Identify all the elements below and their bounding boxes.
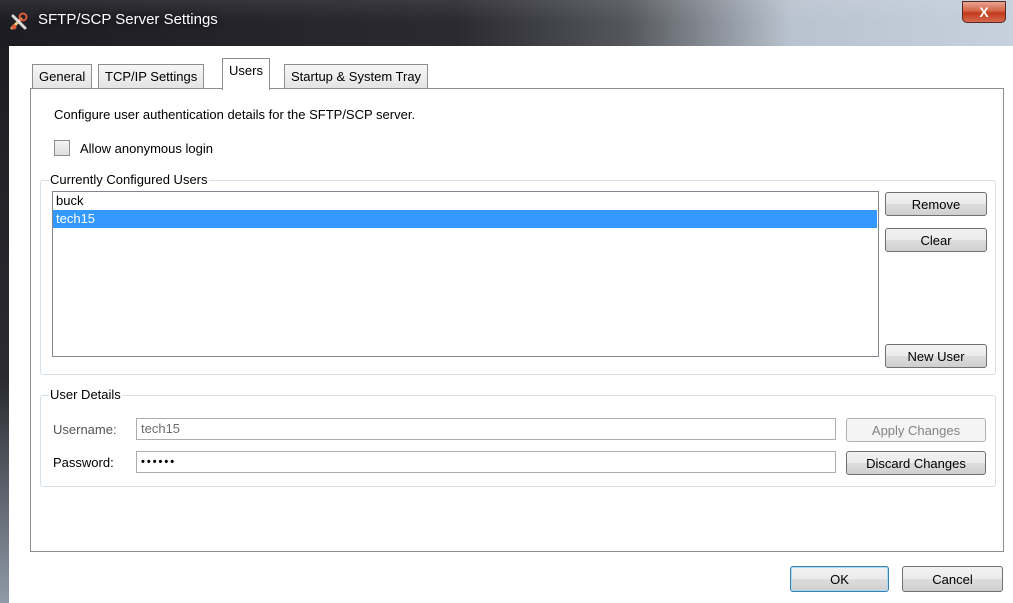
tab-label: General bbox=[39, 69, 86, 84]
tab-general[interactable]: General bbox=[32, 64, 93, 89]
discard-changes-button[interactable]: Discard Changes bbox=[846, 451, 986, 475]
user-details-title: User Details bbox=[49, 387, 122, 402]
allow-anonymous-label[interactable]: Allow anonymous login bbox=[80, 141, 213, 156]
title-bar[interactable]: SFTP/SCP Server Settings X bbox=[0, 0, 1013, 46]
clear-button[interactable]: Clear bbox=[885, 228, 987, 252]
close-icon: X bbox=[979, 4, 989, 20]
cancel-button[interactable]: Cancel bbox=[902, 566, 1003, 592]
tab-label: Startup & System Tray bbox=[291, 69, 422, 84]
list-item-selected[interactable]: tech15 bbox=[53, 210, 877, 228]
password-field[interactable]: •••••• bbox=[136, 451, 836, 473]
tab-startup-system-tray[interactable]: Startup & System Tray bbox=[284, 64, 429, 89]
tab-users[interactable]: Users bbox=[222, 58, 270, 90]
tools-app-icon bbox=[9, 11, 31, 31]
tab-label: Users bbox=[229, 63, 263, 78]
close-button[interactable]: X bbox=[962, 1, 1006, 23]
configured-users-title: Currently Configured Users bbox=[49, 172, 209, 187]
tab-tcpip-settings[interactable]: TCP/IP Settings bbox=[98, 64, 205, 89]
apply-changes-button[interactable]: Apply Changes bbox=[846, 418, 986, 442]
username-field[interactable]: tech15 bbox=[136, 418, 836, 440]
list-item[interactable]: buck bbox=[53, 192, 878, 210]
allow-anonymous-checkbox[interactable] bbox=[54, 140, 70, 156]
username-label: Username: bbox=[53, 422, 117, 437]
window-title: SFTP/SCP Server Settings bbox=[38, 11, 218, 28]
ok-button[interactable]: OK bbox=[790, 566, 889, 592]
users-listbox[interactable]: buck tech15 bbox=[52, 191, 879, 357]
new-user-button[interactable]: New User bbox=[885, 344, 987, 368]
password-label: Password: bbox=[53, 455, 114, 470]
window-frame-edge bbox=[0, 46, 9, 603]
remove-button[interactable]: Remove bbox=[885, 192, 987, 216]
users-intro-text: Configure user authentication details fo… bbox=[54, 107, 416, 122]
tab-label: TCP/IP Settings bbox=[105, 69, 198, 84]
